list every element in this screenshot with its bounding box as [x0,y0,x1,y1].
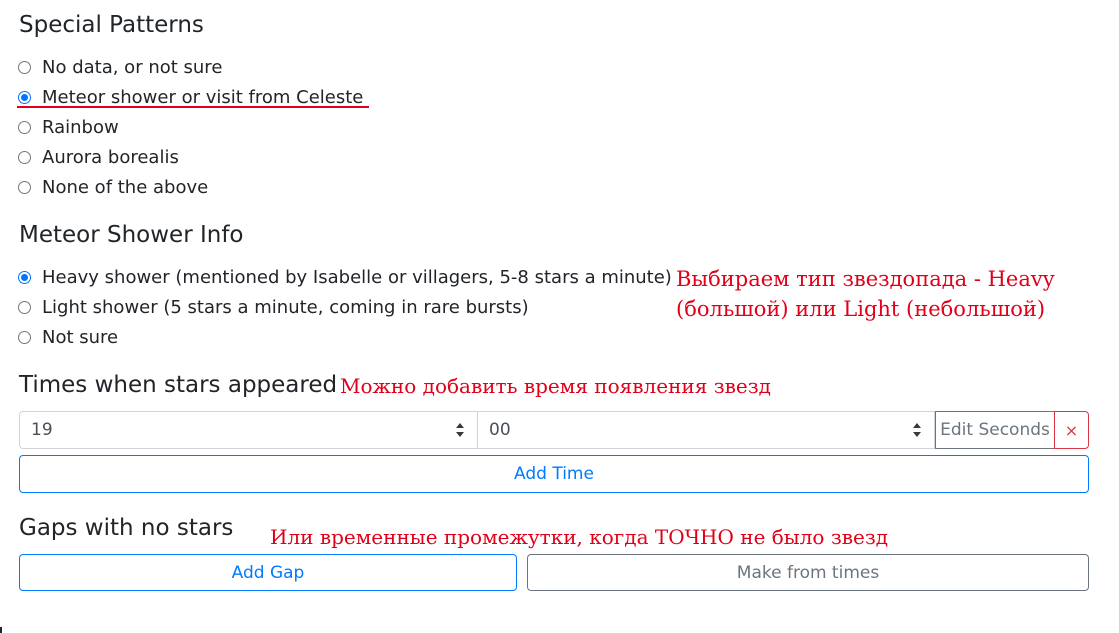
pattern-option-aurora[interactable]: Aurora borealis [18,145,179,169]
page: Special Patterns No data, or not sure Me… [0,0,1119,633]
meteor-info-heading: Meteor Shower Info [19,222,244,248]
select-arrows-icon [913,423,921,437]
shower-option-label: Not sure [42,326,119,348]
add-time-button[interactable]: Add Time [19,455,1089,493]
close-icon: × [1064,420,1079,440]
radio-no-data[interactable] [18,60,31,74]
pattern-option-label: Rainbow [42,116,119,138]
annotation-shower-type-line2: (большой) или Light (небольшой) [676,297,1046,321]
radio-meteor[interactable] [18,90,31,104]
radio-heavy[interactable] [18,270,31,284]
annotation-shower-type-line1: Выбираем тип звездопада - Heavy [676,267,1055,291]
annotation-gaps: Или временные промежутки, когда ТОЧНО не… [270,525,889,549]
radio-none[interactable] [18,180,31,194]
pattern-option-no-data[interactable]: No data, or not sure [18,55,222,79]
pattern-option-label: None of the above [42,176,209,198]
shower-option-label: Heavy shower (mentioned by Isabelle or v… [42,266,672,288]
make-from-times-button[interactable]: Make from times [527,554,1089,591]
pattern-option-label: Aurora borealis [42,146,179,168]
hour-select-value: 19 [31,420,53,440]
edit-seconds-button[interactable]: Edit Seconds [935,411,1055,449]
shower-option-heavy[interactable]: Heavy shower (mentioned by Isabelle or v… [18,265,672,289]
shower-option-light[interactable]: Light shower (5 stars a minute, coming i… [18,295,529,319]
minute-select-value: 00 [489,420,511,440]
select-arrows-icon [456,423,464,437]
radio-aurora[interactable] [18,150,31,164]
annotation-add-times: Можно добавить время появления звезд [340,374,771,398]
pattern-option-label: Meteor shower or visit from Celeste [42,86,364,108]
radio-light[interactable] [18,300,31,314]
radio-rainbow[interactable] [18,120,31,134]
add-gap-button[interactable]: Add Gap [19,554,517,591]
pattern-option-none[interactable]: None of the above [18,175,208,199]
gaps-heading: Gaps with no stars [19,515,234,541]
remove-time-button[interactable]: × [1054,411,1089,449]
pattern-option-rainbow[interactable]: Rainbow [18,115,119,139]
minute-select[interactable]: 00 [477,411,935,449]
shower-option-not-sure[interactable]: Not sure [18,325,118,349]
radio-not-sure[interactable] [18,330,31,344]
shower-option-label: Light shower (5 stars a minute, coming i… [42,296,529,318]
pattern-option-label: No data, or not sure [42,56,223,78]
hour-select[interactable]: 19 [19,411,478,449]
annotation-underline [17,106,369,108]
special-patterns-heading: Special Patterns [19,12,204,38]
edge-mark [0,627,2,633]
times-heading: Times when stars appeared [19,372,338,398]
